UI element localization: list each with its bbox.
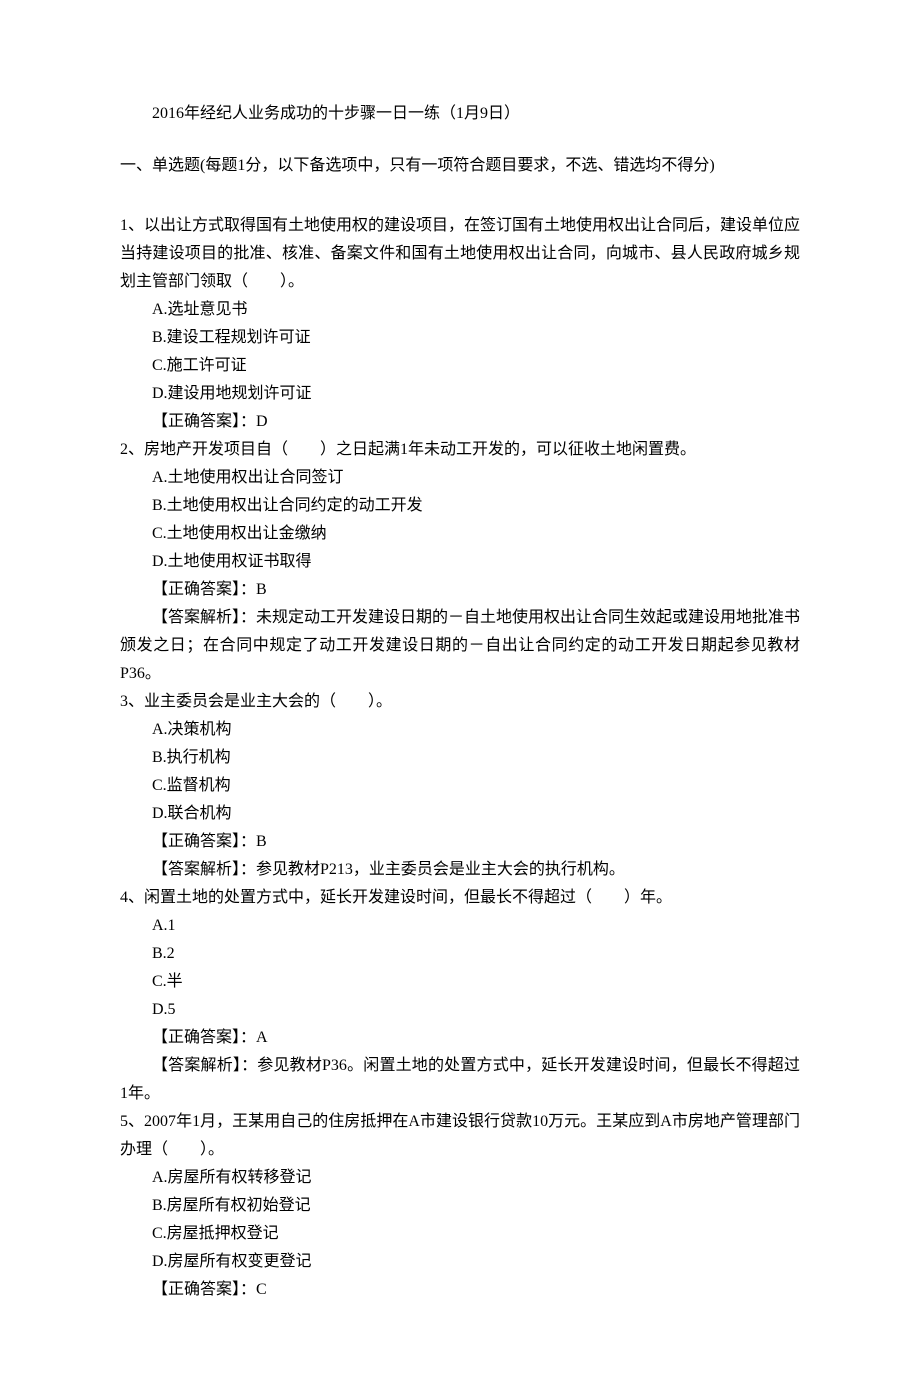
section-header: 一、单选题(每题1分，以下备选项中，只有一项符合题目要求，不选、错选均不得分) (120, 152, 800, 180)
option-d: D.土地使用权证书取得 (120, 548, 800, 576)
option-d: D.5 (120, 996, 800, 1024)
option-a: A.选址意见书 (120, 296, 800, 324)
answer-analysis: 【答案解析】：参见教材P213，业主委员会是业主大会的执行机构。 (120, 856, 800, 884)
answer-analysis: 【答案解析】：参见教材P36。闲置土地的处置方式中，延长开发建设时间，但最长不得… (120, 1052, 800, 1108)
option-a: A.决策机构 (120, 716, 800, 744)
question-2: 2、房地产开发项目自（ ）之日起满1年未动工开发的，可以征收土地闲置费。 A.土… (120, 436, 800, 688)
option-a: A.1 (120, 912, 800, 940)
question-stem: 2、房地产开发项目自（ ）之日起满1年未动工开发的，可以征收土地闲置费。 (120, 436, 800, 464)
option-b: B.土地使用权出让合同约定的动工开发 (120, 492, 800, 520)
option-d: D.房屋所有权变更登记 (120, 1248, 800, 1276)
question-4: 4、闲置土地的处置方式中，延长开发建设时间，但最长不得超过（ ）年。 A.1 B… (120, 884, 800, 1108)
option-a: A.土地使用权出让合同签订 (120, 464, 800, 492)
option-b: B.房屋所有权初始登记 (120, 1192, 800, 1220)
option-b: B.执行机构 (120, 744, 800, 772)
question-3: 3、业主委员会是业主大会的（ ）。 A.决策机构 B.执行机构 C.监督机构 D… (120, 688, 800, 884)
option-d: D.联合机构 (120, 800, 800, 828)
option-c: C.监督机构 (120, 772, 800, 800)
option-c: C.半 (120, 968, 800, 996)
question-stem: 3、业主委员会是业主大会的（ ）。 (120, 688, 800, 716)
option-d: D.建设用地规划许可证 (120, 380, 800, 408)
option-c: C.施工许可证 (120, 352, 800, 380)
question-5: 5、2007年1月，王某用自己的住房抵押在A市建设银行贷款10万元。王某应到A市… (120, 1108, 800, 1304)
option-b: B.2 (120, 940, 800, 968)
correct-answer: 【正确答案】：B (120, 828, 800, 856)
question-stem: 4、闲置土地的处置方式中，延长开发建设时间，但最长不得超过（ ）年。 (120, 884, 800, 912)
correct-answer: 【正确答案】：D (120, 408, 800, 436)
question-stem: 5、2007年1月，王某用自己的住房抵押在A市建设银行贷款10万元。王某应到A市… (120, 1108, 800, 1164)
correct-answer: 【正确答案】：B (120, 576, 800, 604)
answer-analysis: 【答案解析】：未规定动工开发建设日期的－自土地使用权出让合同生效起或建设用地批准… (120, 604, 800, 688)
correct-answer: 【正确答案】：C (120, 1276, 800, 1304)
correct-answer: 【正确答案】：A (120, 1024, 800, 1052)
option-c: C.房屋抵押权登记 (120, 1220, 800, 1248)
option-c: C.土地使用权出让金缴纳 (120, 520, 800, 548)
question-1: 1、以出让方式取得国有土地使用权的建设项目，在签订国有土地使用权出让合同后，建设… (120, 212, 800, 436)
page-title: 2016年经纪人业务成功的十步骤一日一练（1月9日） (120, 100, 800, 128)
option-b: B.建设工程规划许可证 (120, 324, 800, 352)
question-stem: 1、以出让方式取得国有土地使用权的建设项目，在签订国有土地使用权出让合同后，建设… (120, 212, 800, 296)
option-a: A.房屋所有权转移登记 (120, 1164, 800, 1192)
